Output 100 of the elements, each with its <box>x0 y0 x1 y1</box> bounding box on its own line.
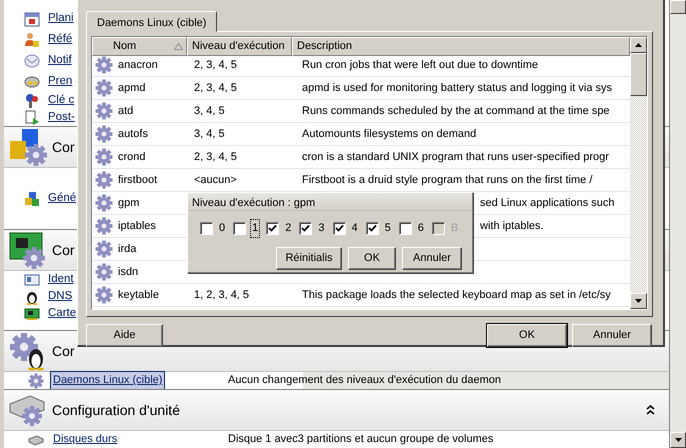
table-cell-text: 2, 3, 4, 5 <box>193 150 238 165</box>
table-cell-text: sed Linux applications such <box>480 196 616 211</box>
gear-icon <box>95 194 113 212</box>
table-cell-text: 3, 4, 5 <box>193 126 226 142</box>
scrollbar[interactable] <box>630 37 647 309</box>
down-arrow-icon <box>674 438 682 442</box>
section-title: Configuration d'unité <box>52 400 180 420</box>
checkbox-label: 1 <box>250 219 260 238</box>
section-title: Cor <box>52 138 75 156</box>
tab[interactable]: Daemons Linux (cible) <box>86 11 218 32</box>
sort-icon <box>174 42 183 50</box>
checkbox[interactable] <box>299 222 312 235</box>
description-text: Aucun changement des niveaux d'exécution du daemon <box>228 373 502 388</box>
table-cell-text: anacron <box>118 58 158 73</box>
table-cell-text: <aucun> <box>193 172 238 188</box>
checkbox-label: 4 <box>350 221 359 236</box>
link[interactable]: Post- <box>48 108 75 126</box>
checkbox-label: 2 <box>284 221 292 236</box>
table-cell-text: isdn <box>118 264 138 280</box>
table-cell-text: Run cron jobs that were left out due to downtime <box>301 58 540 73</box>
checkbox-label: 5 <box>384 221 392 236</box>
gear-icon <box>95 102 113 120</box>
table-cell-text: with iptables. <box>480 218 545 234</box>
blocks-gear-icon <box>8 127 48 167</box>
button[interactable]: Aide <box>86 324 163 347</box>
table-cell-text: gpm <box>118 196 140 211</box>
scrollbar-thumb[interactable] <box>670 0 686 14</box>
table-cell-text: iptables <box>118 218 156 234</box>
link[interactable]: Ident <box>48 270 74 288</box>
link[interactable]: Pren <box>48 72 72 90</box>
checkbox[interactable] <box>266 222 280 235</box>
column-label: Niveau d'exécution <box>192 39 285 54</box>
button[interactable]: Annuler <box>572 324 652 347</box>
checkbox[interactable] <box>233 222 246 235</box>
scrollbar-thumb[interactable] <box>630 53 647 96</box>
link[interactable]: Carte <box>48 304 76 322</box>
gear-icon <box>95 240 113 258</box>
checkbox[interactable] <box>366 222 379 235</box>
table-cell-text: apmd <box>118 80 146 96</box>
button[interactable]: Réinitialis <box>276 246 342 270</box>
column-header[interactable]: Nom <box>92 37 187 56</box>
table-cell-text: keytable <box>118 288 159 303</box>
button[interactable]: OK <box>348 246 396 270</box>
table-cell-text: 3, 4, 5 <box>193 104 226 119</box>
column-label: Nom <box>113 39 136 54</box>
table-cell-text: firstboot <box>118 172 158 188</box>
table-cell-text: atd <box>118 104 134 119</box>
gear-icon <box>28 372 44 388</box>
description-text: Disque 1 avec3 partitions et aucun groupe de volumes <box>228 432 494 448</box>
section-header[interactable]: Configuration d'unité <box>4 389 669 431</box>
link[interactable]: Daemons Linux (cible) <box>50 371 166 390</box>
table-cell-text: Runs commands scheduled by the at command at the time spe <box>301 104 611 119</box>
link[interactable]: Géné <box>48 190 76 208</box>
button[interactable]: OK <box>487 324 567 347</box>
gear-icon <box>95 217 113 235</box>
check-icon <box>334 224 344 232</box>
column-label: Description <box>297 39 352 54</box>
table-cell-text: irda <box>118 242 136 257</box>
network-card-icon <box>24 306 40 322</box>
link[interactable]: Disques durs <box>50 430 120 448</box>
checkbox-label: 0 <box>218 221 226 236</box>
table-cell-text: autofs <box>118 126 148 142</box>
section-title: Cor <box>52 240 75 260</box>
table-cell-text: apmd is used for monitoring battery status and logging it via sys <box>301 80 613 96</box>
scrollbar[interactable] <box>670 0 686 448</box>
gear-icon <box>95 286 113 304</box>
table-cell-text: 2, 3, 4, 5 <box>193 58 238 73</box>
link[interactable]: Plani <box>48 10 74 28</box>
gear-icon <box>95 263 113 281</box>
checkbox-label: 3 <box>317 221 326 236</box>
check-icon <box>268 224 278 232</box>
table-cell-text: 2, 3, 4, 5 <box>193 80 238 96</box>
down-arrow-icon <box>635 299 642 303</box>
table-cell-text: cron is a standard UNIX program that runs user-specified progr <box>301 150 610 165</box>
calendar-icon <box>24 10 40 26</box>
document-icon <box>24 110 40 126</box>
checkbox-label: 6 <box>416 221 425 236</box>
table-cell-text: Firstboot is a druid style program that runs on the first time / <box>301 172 594 188</box>
gear-icon <box>95 148 113 166</box>
gear-icon <box>95 79 113 97</box>
envelope-icon <box>24 52 40 68</box>
network-card-gear-icon <box>8 230 48 270</box>
link[interactable]: DNS <box>48 288 72 306</box>
column-header[interactable]: Niveau d'exécution <box>187 37 292 56</box>
gear-icon <box>95 125 113 143</box>
button[interactable]: Annuler <box>402 246 462 270</box>
checkbox[interactable] <box>200 222 213 235</box>
link[interactable]: Clé c <box>48 92 74 110</box>
table-cell-text: 1, 2, 3, 4, 5 <box>193 288 250 303</box>
link[interactable]: Notif <box>48 52 72 70</box>
column-header[interactable]: Description <box>292 37 630 56</box>
checkbox[interactable] <box>332 222 346 235</box>
gear-icon <box>95 171 113 189</box>
checkbox[interactable] <box>398 222 412 235</box>
link[interactable]: Réfé <box>48 30 72 48</box>
table-cell-text: This package loads the selected keyboard map as set in /etc/sy <box>301 288 612 303</box>
section-title: Cor <box>52 342 75 360</box>
check-icon <box>301 224 310 232</box>
popup-title: Niveau d'exécution : gpm <box>188 193 472 211</box>
table-cell-text: crond <box>118 150 146 165</box>
